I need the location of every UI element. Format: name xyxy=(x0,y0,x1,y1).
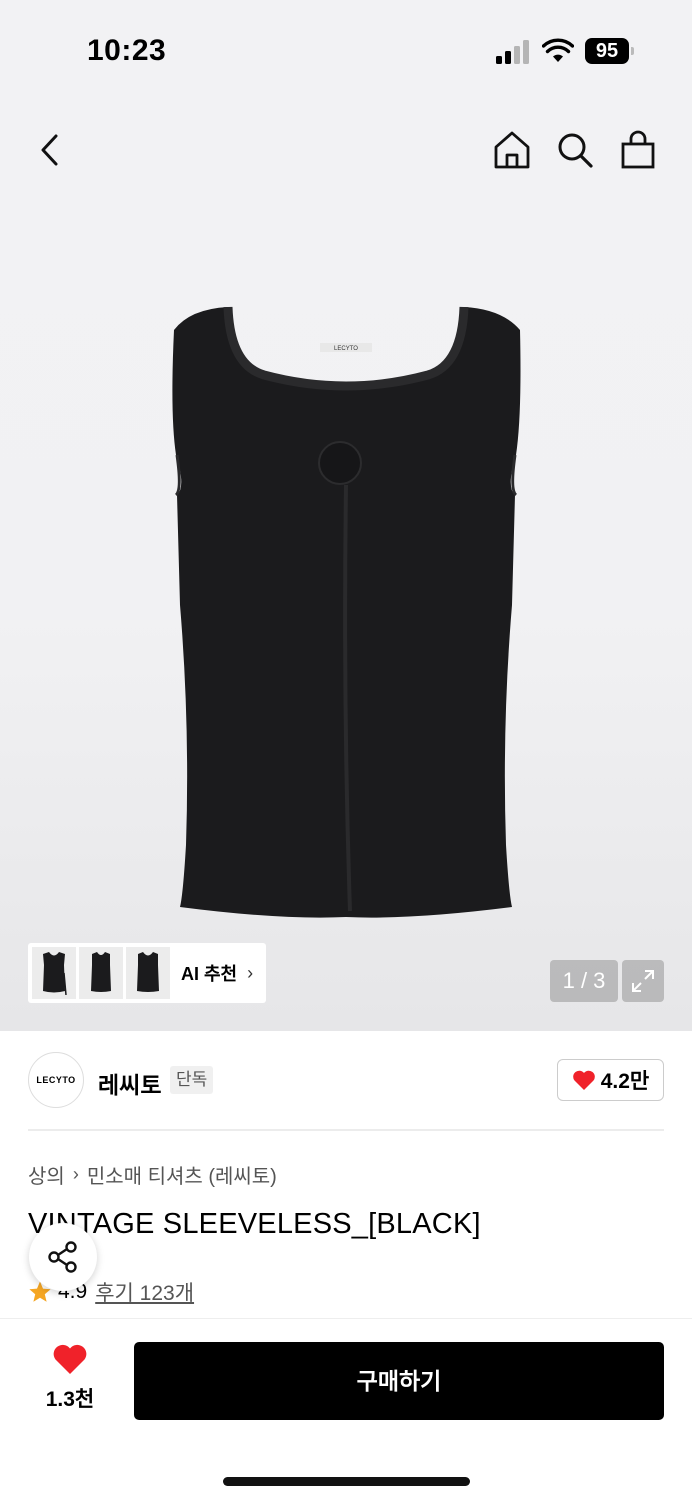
wishlist-count: 1.3천 xyxy=(45,1388,95,1411)
ai-recommend-strip[interactable]: AI 추천 › xyxy=(28,943,266,1003)
top-navigation xyxy=(0,118,692,182)
ai-recommend-label[interactable]: AI 추천 xyxy=(181,960,237,986)
breadcrumb-subcategory[interactable]: 민소매 티셔츠 (레씨토) xyxy=(87,1160,277,1189)
search-icon xyxy=(558,133,593,168)
home-indicator xyxy=(223,1477,470,1486)
status-bar: 10:23 95 xyxy=(0,0,692,100)
brand-like-button[interactable]: 4.2만 xyxy=(557,1059,664,1101)
thumbnail-1[interactable] xyxy=(32,947,76,999)
product-image[interactable]: LECYTO xyxy=(160,305,532,920)
buy-button[interactable]: 구매하기 xyxy=(134,1342,664,1420)
chevron-right-icon: › xyxy=(247,962,254,983)
home-icon xyxy=(494,131,530,169)
product-title: VINTAGE SLEEVELESS_[BLACK] xyxy=(28,1208,481,1240)
fullscreen-button[interactable] xyxy=(622,960,664,1002)
thumbnail-2[interactable] xyxy=(79,947,123,999)
battery-level: 95 xyxy=(585,38,629,64)
thumbnail-3[interactable] xyxy=(126,947,170,999)
brand-name[interactable]: 레씨토 xyxy=(98,1066,161,1100)
svg-text:LECYTO: LECYTO xyxy=(334,346,358,352)
chevron-left-icon xyxy=(41,134,58,166)
cart-button[interactable] xyxy=(614,126,662,174)
bottom-action-bar: 1.3천 구매하기 xyxy=(0,1318,692,1500)
share-button[interactable] xyxy=(29,1223,97,1291)
share-icon xyxy=(48,1241,77,1273)
shopping-bag-icon xyxy=(621,130,655,169)
breadcrumb-category[interactable]: 상의 xyxy=(28,1160,65,1189)
chevron-right-icon: › xyxy=(72,1164,79,1184)
battery-icon: 95 xyxy=(585,38,635,64)
brand-like-count: 4.2만 xyxy=(600,1070,650,1093)
wifi-icon xyxy=(542,38,574,62)
brand-row: LECYTO 레씨토 단독 4.2만 xyxy=(0,1050,692,1112)
exclusive-badge: 단독 xyxy=(170,1066,214,1094)
back-button[interactable] xyxy=(26,126,74,174)
image-page-counter: 1 / 3 xyxy=(550,960,618,1002)
heart-icon xyxy=(53,1344,87,1374)
breadcrumb: 상의 › 민소매 티셔츠 (레씨토) xyxy=(28,1160,277,1189)
cellular-signal-icon xyxy=(496,40,529,64)
home-button[interactable] xyxy=(488,126,536,174)
product-image-gallery[interactable]: 10:23 95 LECYTO AI 추천 › 1 / 3 xyxy=(0,0,692,1031)
heart-icon xyxy=(572,1070,595,1090)
divider xyxy=(28,1129,664,1131)
search-button[interactable] xyxy=(551,126,599,174)
expand-icon xyxy=(632,970,654,992)
status-time: 10:23 xyxy=(87,34,167,67)
review-link[interactable]: 후기 123개 xyxy=(95,1277,194,1307)
wishlist-button[interactable]: 1.3천 xyxy=(30,1343,110,1419)
brand-logo[interactable]: LECYTO xyxy=(28,1052,84,1108)
